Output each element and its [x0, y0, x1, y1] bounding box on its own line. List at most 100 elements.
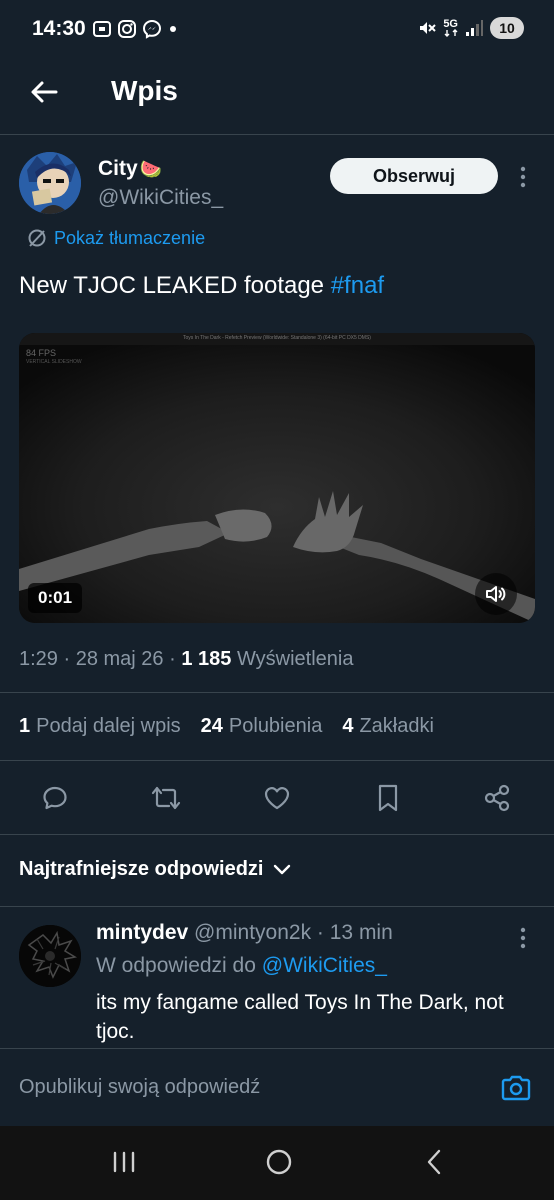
replies-sort-dropdown[interactable]: Najtrafniejsze odpowiedzi [19, 858, 291, 881]
reply-to-line: W odpowiedzi do @WikiCities_ [96, 954, 387, 978]
more-vertical-icon [520, 166, 526, 188]
back-button[interactable] [26, 74, 62, 110]
camera-icon [501, 1075, 531, 1101]
recent-apps-button[interactable] [104, 1144, 144, 1180]
status-time: 14:30 [32, 17, 86, 40]
app-header: Wpis [0, 60, 554, 124]
home-button[interactable] [259, 1144, 299, 1180]
share-icon [484, 784, 510, 812]
share-button[interactable] [477, 778, 517, 818]
comment-icon [43, 786, 67, 810]
translate-icon [28, 229, 46, 247]
signal-icon [464, 18, 484, 38]
reply-to-prefix: W odpowiedzi do [96, 954, 262, 977]
chevron-left-icon [427, 1149, 441, 1175]
post-date: 28 maj 26 [75, 648, 164, 670]
reposts-stat[interactable]: 1 Podaj dalej wpis [19, 715, 181, 738]
heart-icon [264, 787, 290, 810]
network-5g-icon: 5G [443, 19, 458, 37]
video-player[interactable]: Toys In The Dark - Refetch Preview (Worl… [19, 333, 535, 623]
watermelon-emoji: 🍉 [139, 158, 163, 179]
more-vertical-icon [520, 927, 526, 949]
video-window-title: Toys In The Dark - Refetch Preview (Worl… [183, 335, 371, 341]
home-circle-icon [266, 1149, 292, 1175]
reply-author-handle[interactable]: @mintyon2k [194, 921, 311, 944]
actions-divider [0, 834, 554, 835]
post-more-button[interactable] [509, 162, 537, 192]
video-duration: 0:01 [28, 583, 83, 613]
reply-header: mintydev @mintyon2k · 13 min [96, 921, 393, 945]
reply-more-button[interactable] [509, 924, 537, 952]
hashtag-link[interactable]: #fnaf [331, 272, 384, 299]
author-handle[interactable]: @WikiCities_ [98, 186, 223, 210]
messenger-icon [142, 19, 162, 39]
views-label: Wyświetlenia [236, 648, 354, 670]
post-text: New TJOC LEAKED footage #fnaf [19, 272, 384, 300]
repost-button[interactable] [146, 778, 186, 818]
post-time: 1:29 [19, 648, 58, 670]
video-frame [19, 333, 535, 623]
page-title: Wpis [111, 75, 178, 106]
status-notification-icons [92, 19, 179, 39]
reply-author-name[interactable]: mintydev [96, 921, 188, 944]
reply-button[interactable] [35, 778, 75, 818]
chevron-down-icon [274, 864, 291, 874]
video-fps-subtext: VERTICAL SLIDESHOW [26, 359, 82, 365]
system-back-button[interactable] [414, 1144, 454, 1180]
system-nav-bar [0, 1126, 554, 1200]
author-name[interactable]: City 🍉 [98, 157, 162, 181]
reply-composer [0, 1048, 554, 1126]
camera-button[interactable] [498, 1071, 534, 1105]
battery-indicator: 10 [490, 17, 524, 39]
post-body: New TJOC LEAKED footage [19, 272, 331, 299]
reposts-label: Podaj dalej wpis [36, 715, 181, 737]
screenshot-icon [92, 19, 112, 39]
reply-separator: · [316, 921, 330, 944]
mute-icon [417, 18, 437, 38]
bookmarks-stat[interactable]: 4 Zakładki [342, 715, 434, 738]
meta-separator: · [63, 648, 76, 670]
repost-icon [151, 786, 181, 810]
likes-label: Polubienia [228, 715, 323, 737]
bookmark-icon [378, 784, 398, 812]
reply-input[interactable] [19, 1076, 479, 1099]
translate-label: Pokaż tłumaczenie [54, 227, 206, 248]
like-button[interactable] [257, 778, 297, 818]
meta-divider [0, 692, 554, 693]
author-avatar[interactable] [19, 152, 81, 214]
follow-button[interactable]: Obserwuj [330, 158, 498, 194]
post-actions [0, 778, 554, 818]
video-sound-button[interactable] [475, 573, 517, 615]
reply-text: its my fangame called Toys In The Dark, … [96, 991, 504, 1043]
bookmark-button[interactable] [368, 778, 408, 818]
post-meta: 1:29 · 28 maj 26 · 1 185 Wyświetlenia [19, 648, 354, 671]
reply-age: 13 min [329, 921, 393, 944]
views-count: 1 185 [181, 648, 232, 670]
recent-apps-icon [113, 1151, 135, 1173]
video-fps-counter: 84 FPS [26, 348, 57, 358]
post-stats: 1 Podaj dalej wpis 24 Polubienia 4 Zakładki [19, 715, 434, 738]
status-system-icons: 5G 10 [417, 17, 524, 39]
instagram-icon [117, 19, 137, 39]
dot-icon [167, 19, 179, 39]
replies-sort-label: Najtrafniejsze odpowiedzi [19, 858, 264, 880]
bookmarks-count: 4 [342, 715, 354, 737]
reposts-count: 1 [19, 715, 31, 737]
stats-divider [0, 760, 554, 761]
reply-to-handle-link[interactable]: @WikiCities_ [262, 954, 387, 977]
bookmarks-label: Zakładki [359, 715, 434, 737]
video-window-titlebar: Toys In The Dark - Refetch Preview (Worl… [19, 333, 535, 345]
speaker-icon [486, 586, 506, 602]
likes-stat[interactable]: 24 Polubienia [201, 715, 323, 738]
network-label: 5G [443, 18, 458, 30]
likes-count: 24 [200, 715, 223, 737]
arrow-left-icon [31, 81, 58, 103]
page: 14:30 5G 10 Wpis City 🍉 @WikiCities_ Obs… [0, 0, 554, 1200]
author-name-text: City [98, 157, 138, 180]
meta-separator: · [169, 648, 182, 670]
status-bar: 14:30 5G 10 [0, 0, 554, 60]
reply-avatar[interactable] [19, 925, 81, 987]
sort-divider [0, 906, 554, 907]
translate-link[interactable]: Pokaż tłumaczenie [26, 227, 205, 249]
header-divider [0, 134, 554, 135]
